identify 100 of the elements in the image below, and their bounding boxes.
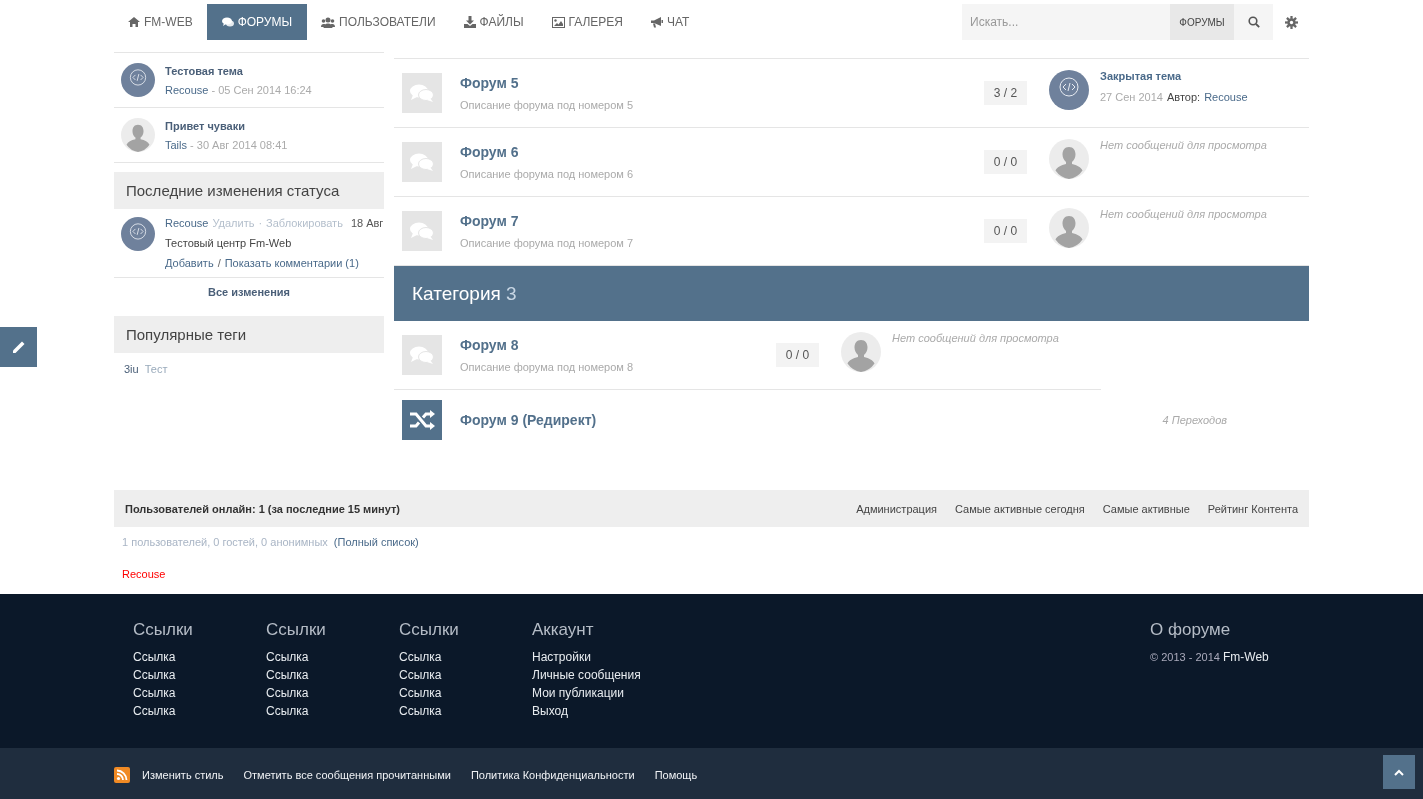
forum-icon [402,335,442,375]
scroll-top-button[interactable] [1383,755,1415,789]
home-icon [128,17,140,27]
forum-description: Описание форума под номером 7 [460,237,635,249]
code-avatar-icon [121,217,155,251]
stats-link[interactable]: Самые активные [1102,502,1190,515]
download-icon [463,16,476,28]
comments-icon [221,16,234,28]
all-changes-link[interactable]: Все изменения [114,278,384,307]
section-heading: Последние изменения статуса [114,172,384,209]
section-heading: Популярные теги [114,316,384,353]
footer-link[interactable]: Личные сообщения [532,666,641,684]
footer-link[interactable]: Ссылка [399,684,442,702]
footer-link[interactable]: Ссылка [133,666,176,684]
footer-link[interactable]: Настройки [532,648,591,666]
forum-title-link[interactable]: Форум 9 (Редирект) [460,412,1163,428]
footer-link[interactable]: Ссылка [266,702,309,720]
bottom-link[interactable]: Отметить все сообщения прочитанными [243,769,451,781]
topic-link[interactable]: Привет чуваки [165,120,288,132]
user-avatar-icon [1049,139,1089,179]
bottom-link[interactable]: Политика Конфиденциальности [470,769,635,781]
tag-link[interactable]: 3iu [124,363,139,375]
code-avatar-icon [1049,70,1089,110]
forum-title-link[interactable]: Форум 5 [460,75,984,91]
topic-date: - 30 Авг 2014 08:41 [190,139,288,151]
forum-description: Описание форума под номером 6 [460,168,635,180]
topic-post-count: 0 / 0 [984,150,1027,174]
stats-link[interactable]: Администрация [856,502,937,515]
user-avatar-icon [121,118,155,152]
author-label: Автор: [1166,91,1201,103]
bottom-link[interactable]: Изменить стиль [142,769,224,781]
forum-icon [402,73,442,113]
status-text: Тестовый центр Fm-Web [165,237,293,249]
site-link[interactable]: Fm-Web [1222,650,1269,664]
nav-tab[interactable]: ГАЛЕРЕЯ [537,4,638,40]
nav-tab[interactable]: ЧАТ [637,4,704,40]
settings-icon [1284,15,1298,29]
footer-heading: Аккаунт [532,620,594,640]
footer-link[interactable]: Ссылка [266,666,309,684]
shuffle-icon [402,400,442,440]
forum-title-link[interactable]: Форум 7 [460,213,984,229]
nav-tab[interactable]: ПОЛЬЗОВАТЕЛИ [307,4,450,40]
footer-link[interactable]: Ссылка [133,684,176,702]
category-header[interactable]: Категория 3 [394,266,1309,321]
user-link[interactable]: Recouse [165,217,209,229]
forum-icon [402,142,442,182]
footer-link[interactable]: Ссылка [266,648,309,666]
no-posts-text: Нет сообщений для просмотра [892,332,1059,344]
nav-tab[interactable]: ФОРУМЫ [206,4,308,40]
stats-link[interactable]: Самые активные сегодня [955,502,1085,515]
user-avatar-icon [1049,208,1089,248]
forum-title-link[interactable]: Форум 8 [460,337,776,353]
rss-icon[interactable] [114,767,130,783]
bullhorn-icon [651,16,664,28]
topic-post-count: 3 / 2 [984,81,1027,105]
footer-heading: Ссылки [133,620,193,640]
forum-description: Описание форума под номером 5 [460,99,635,111]
comments-link[interactable]: Показать комментарии (1) [224,257,359,269]
footer-heading: Ссылки [399,620,459,640]
footer-link[interactable]: Ссылка [399,648,442,666]
nav-tab[interactable]: ФАЙЛЫ [449,4,538,40]
pencil-icon [11,340,26,354]
bottom-link[interactable]: Помощь [654,769,698,781]
add-comment-link[interactable]: Добавить [165,257,214,269]
forum-icon [402,211,442,251]
separator-text: / [217,257,221,269]
topic-date: - 05 Сен 2014 16:24 [211,84,312,96]
search-icon [1247,16,1260,28]
footer-link[interactable]: Ссылка [266,684,309,702]
users-icon [321,16,336,28]
footer-link[interactable]: Ссылка [399,702,442,720]
no-posts-text: Нет сообщений для просмотра [1100,208,1267,220]
author-link[interactable]: Recouse [1204,91,1248,103]
footer-link[interactable]: Ссылка [133,648,176,666]
home-link[interactable]: FM-WEB [114,4,207,40]
online-summary: 1 пользователей, 0 гостей, 0 анонимных [122,536,328,548]
search-scope-button[interactable]: ФОРУМЫ [1170,4,1234,40]
copyright-text: © 2013 - 2014 [1150,651,1220,663]
footer-link[interactable]: Ссылка [399,666,442,684]
full-list-link[interactable]: (Полный список) [333,536,419,548]
forum-title-link[interactable]: Форум 6 [460,144,984,160]
online-user-link[interactable]: Recouse [122,568,166,580]
footer-heading: О форуме [1150,620,1232,640]
no-posts-text: Нет сообщений для просмотра [1100,139,1267,151]
footer-link[interactable]: Мои публикации [532,684,624,702]
image-icon [551,16,565,28]
edit-button[interactable] [0,327,37,367]
status-date: 18 Авг [350,217,384,229]
author-link[interactable]: Recouse [165,84,209,96]
last-topic-link[interactable]: Закрытая тема [1100,70,1248,82]
stats-link[interactable]: Рейтинг Контента [1207,502,1298,515]
footer-link[interactable]: Выход [532,702,568,720]
author-link[interactable]: Tails [165,139,187,151]
chevron-up-icon [1394,768,1404,776]
code-avatar-icon [121,63,155,97]
search-button[interactable] [1234,4,1273,40]
search-field[interactable]: Искать... [962,4,1170,40]
footer-link[interactable]: Ссылка [133,702,176,720]
topic-link[interactable]: Тестовая тема [165,65,312,77]
forum-description: Описание форума под номером 8 [460,361,635,373]
